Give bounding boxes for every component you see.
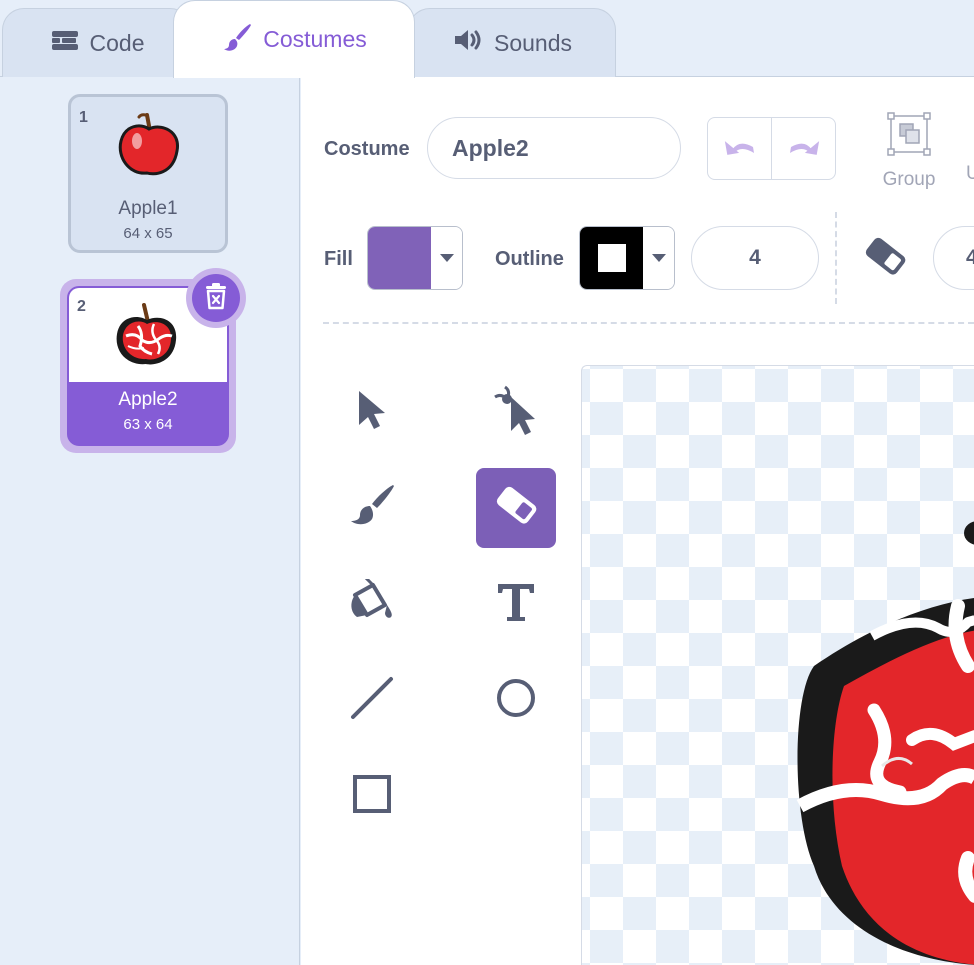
trash-icon (203, 282, 229, 315)
eraser-tool-button[interactable] (476, 468, 556, 548)
fill-label: Fill (324, 248, 353, 270)
apple-thumbnail (117, 111, 181, 182)
tab-costumes-label: Costumes (263, 26, 367, 52)
undo-redo-group (707, 117, 836, 180)
editor-tab-bar: Code Costumes Sounds (0, 0, 974, 78)
tab-sounds-label: Sounds (493, 29, 572, 56)
circle-icon (494, 676, 538, 725)
reshape-cursor-icon (493, 383, 539, 442)
paint-bucket-icon (347, 575, 397, 630)
ungroup-label-partial[interactable]: U (966, 163, 974, 185)
rectangle-icon (350, 772, 394, 821)
paint-canvas[interactable] (581, 365, 974, 965)
outline-label: Outline (495, 248, 564, 270)
fill-color-dropdown[interactable] (367, 226, 463, 290)
reshape-tool-button[interactable] (476, 372, 556, 452)
speaker-icon (452, 27, 484, 59)
redo-icon (787, 135, 821, 162)
arrow-cursor-icon (355, 389, 389, 436)
costume-number: 2 (77, 298, 86, 315)
tab-code[interactable]: Code (2, 8, 192, 77)
line-icon (350, 676, 394, 725)
eraser-icon (491, 483, 541, 534)
outline-color-swatch (580, 227, 643, 289)
undo-button[interactable] (708, 118, 771, 179)
select-tool-button[interactable] (332, 372, 412, 452)
chevron-down-icon (643, 227, 674, 289)
code-blocks-icon (50, 29, 80, 57)
brush-icon (347, 483, 397, 534)
costume-name: Apple2 (118, 389, 178, 410)
costume-name-label: Costume (324, 138, 410, 160)
costume-number: 1 (79, 109, 88, 126)
brush-tool-button[interactable] (332, 468, 412, 548)
eraser-mode-icon (860, 234, 910, 285)
group-button[interactable]: Group (878, 112, 940, 191)
chevron-down-icon (431, 227, 462, 289)
toolbar-separator (323, 322, 974, 324)
text-tool-button[interactable] (476, 564, 556, 644)
undo-icon (723, 135, 757, 162)
paintbrush-icon (221, 21, 253, 59)
redo-button[interactable] (771, 118, 835, 179)
fill-color-swatch (368, 227, 431, 289)
eraser-size-value: 4 (966, 246, 974, 269)
costume-item-apple1[interactable]: 1 Apple1 64 x 65 (68, 94, 228, 253)
costume-size: 64 x 65 (123, 225, 173, 242)
group-label: Group (882, 169, 936, 190)
tab-costumes[interactable]: Costumes (173, 0, 415, 78)
circle-tool-button[interactable] (476, 660, 556, 740)
outline-color-dropdown[interactable] (579, 226, 675, 290)
line-tool-button[interactable] (332, 660, 412, 740)
fill-tool-button[interactable] (332, 564, 412, 644)
toolbar-divider (835, 212, 837, 304)
broken-apple-artwork (796, 521, 974, 965)
tab-code-label: Code (89, 29, 145, 56)
broken-apple-thumbnail (114, 302, 180, 373)
costume-name: Apple1 (118, 198, 178, 219)
text-icon (495, 581, 537, 628)
outline-width-input[interactable] (691, 226, 819, 290)
rectangle-tool-button[interactable] (332, 756, 412, 836)
delete-costume-button[interactable] (186, 268, 246, 328)
tab-sounds[interactable]: Sounds (408, 8, 616, 77)
group-icon (887, 112, 931, 160)
costume-name-input[interactable] (427, 117, 681, 179)
costume-size: 63 x 64 (123, 416, 173, 433)
